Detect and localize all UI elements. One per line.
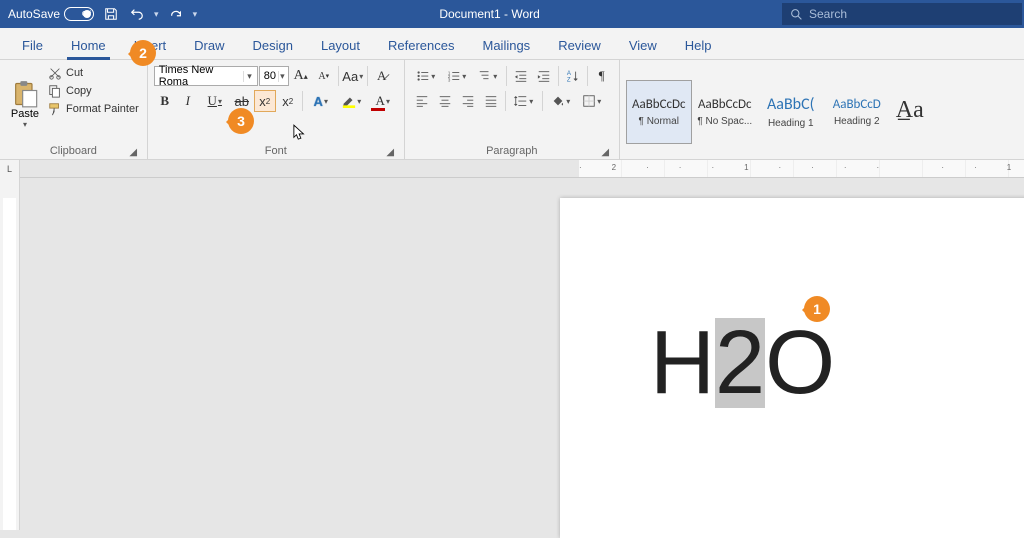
align-center-button[interactable] — [434, 90, 456, 112]
sort-button[interactable]: AZ — [562, 65, 584, 87]
window-title: Document1 - Word — [197, 7, 782, 21]
paragraph-group-label: Paragraph — [486, 145, 537, 157]
document-pane: L ·2···1···· ··1···2···3···4···5···6···7… — [0, 160, 1024, 530]
group-styles: AaBbCcDc¶ Normal AaBbCcDc¶ No Spac... Aa… — [620, 60, 1024, 159]
highlight-button[interactable]: ▾ — [337, 90, 367, 112]
document-text[interactable]: H 2 O — [650, 318, 835, 408]
decrease-indent-button[interactable] — [510, 65, 532, 87]
line-spacing-button[interactable]: ▾ — [509, 90, 539, 112]
svg-text:Z: Z — [567, 76, 571, 83]
font-name-combo[interactable]: Times New Roma▾ — [154, 66, 258, 86]
redo-icon[interactable] — [167, 5, 185, 23]
styles-gallery[interactable]: AaBbCcDc¶ Normal AaBbCcDc¶ No Spac... Aa… — [626, 78, 890, 144]
quick-access-toolbar: AutoSave Off ▾ ▾ — [0, 5, 197, 23]
cursor-icon — [293, 124, 307, 142]
tab-references[interactable]: References — [374, 32, 468, 59]
align-left-button[interactable] — [411, 90, 433, 112]
cut-button[interactable]: Cut — [48, 66, 139, 80]
chevron-down-icon[interactable]: ▾ — [278, 71, 286, 82]
clipboard-group-label: Clipboard — [50, 145, 97, 157]
paragraph-launcher-icon[interactable]: ◢ — [600, 147, 611, 158]
tab-home[interactable]: Home — [57, 32, 120, 59]
horizontal-ruler[interactable]: ·2···1···· ··1···2···3···4···5···6···7··… — [20, 160, 1024, 178]
format-painter-button[interactable]: Format Painter — [48, 102, 139, 116]
bullets-button[interactable]: ▾ — [411, 65, 441, 87]
undo-icon[interactable] — [128, 5, 146, 23]
tab-selector[interactable]: L — [0, 160, 20, 178]
paste-label: Paste — [11, 108, 39, 120]
tab-draw[interactable]: Draw — [180, 32, 238, 59]
group-paragraph: ▾ 123▾ ▾ AZ ¶ ▾ — [405, 60, 620, 159]
increase-indent-button[interactable] — [533, 65, 555, 87]
copy-icon — [48, 84, 62, 98]
highlight-icon — [342, 94, 356, 108]
copy-button[interactable]: Copy — [48, 84, 139, 98]
subscript-button[interactable]: x2 — [254, 90, 276, 112]
tab-mailings[interactable]: Mailings — [469, 32, 545, 59]
numbering-button[interactable]: 123▾ — [442, 65, 472, 87]
tab-help[interactable]: Help — [671, 32, 726, 59]
page[interactable]: H 2 O — [560, 198, 1024, 538]
superscript-button[interactable]: x2 — [277, 90, 299, 112]
editing-placeholder: A̲a — [890, 97, 930, 124]
callout-2: 2 — [130, 40, 156, 66]
font-group-label: Font — [265, 145, 287, 157]
multilevel-list-button[interactable]: ▾ — [473, 65, 503, 87]
bold-button[interactable]: B — [154, 90, 176, 112]
bucket-icon — [551, 94, 565, 108]
chevron-down-icon[interactable]: ▾ — [243, 71, 254, 82]
callout-3: 3 — [228, 108, 254, 134]
vertical-ruler[interactable] — [0, 178, 20, 530]
justify-button[interactable] — [480, 90, 502, 112]
show-marks-button[interactable]: ¶ — [591, 65, 613, 87]
search-placeholder: Search — [809, 7, 847, 21]
char-2-selected[interactable]: 2 — [715, 318, 765, 408]
clipboard-launcher-icon[interactable]: ◢ — [128, 147, 139, 158]
paste-button[interactable]: Paste ▾ — [6, 62, 44, 143]
borders-button[interactable]: ▾ — [577, 90, 607, 112]
grow-font-button[interactable]: A▴ — [290, 65, 312, 87]
change-case-button[interactable]: Aa▾ — [342, 65, 364, 87]
text-effects-button[interactable]: A▾ — [306, 90, 336, 112]
style-heading-1[interactable]: AaBbC(Heading 1 — [758, 80, 824, 144]
align-right-button[interactable] — [457, 90, 479, 112]
char-h[interactable]: H — [650, 318, 715, 408]
paste-icon — [11, 80, 39, 108]
format-painter-icon — [48, 102, 62, 116]
tab-layout[interactable]: Layout — [307, 32, 374, 59]
title-bar: AutoSave Off ▾ ▾ Document1 - Word Search — [0, 0, 1024, 28]
autosave-toggle[interactable]: AutoSave Off — [8, 7, 94, 21]
callout-1: 1 — [804, 296, 830, 322]
group-font: Times New Roma▾ 80▾ A▴ A▾ Aa▾ A̷ B I U▾ … — [148, 60, 405, 159]
tab-review[interactable]: Review — [544, 32, 615, 59]
undo-dropdown[interactable]: ▾ — [154, 9, 159, 20]
font-size-combo[interactable]: 80▾ — [259, 66, 289, 86]
group-clipboard: Paste ▾ Cut Copy Format Painter Clipboar… — [0, 60, 148, 159]
char-o[interactable]: O — [765, 318, 835, 408]
shading-button[interactable]: ▾ — [546, 90, 576, 112]
italic-button[interactable]: I — [177, 90, 199, 112]
shrink-font-button[interactable]: A▾ — [313, 65, 335, 87]
document-canvas[interactable]: H 2 O — [20, 178, 1024, 530]
underline-button[interactable]: U▾ — [200, 90, 230, 112]
tab-design[interactable]: Design — [239, 32, 307, 59]
style-normal[interactable]: AaBbCcDc¶ Normal — [626, 80, 692, 144]
search-icon — [790, 8, 803, 21]
cut-icon — [48, 66, 62, 80]
tab-view[interactable]: View — [615, 32, 671, 59]
autosave-label: AutoSave — [8, 7, 60, 21]
tab-file[interactable]: File — [8, 32, 57, 59]
ribbon: Paste ▾ Cut Copy Format Painter Clipboar… — [0, 60, 1024, 160]
font-color-button[interactable]: A▾ — [368, 90, 398, 112]
svg-text:3: 3 — [448, 77, 451, 82]
search-box[interactable]: Search — [782, 3, 1022, 25]
style-heading-2[interactable]: AaBbCcDHeading 2 — [824, 80, 890, 144]
font-launcher-icon[interactable]: ◢ — [385, 147, 396, 158]
clear-formatting-button[interactable]: A̷ — [371, 65, 393, 87]
style-no-spacing[interactable]: AaBbCcDc¶ No Spac... — [692, 80, 758, 144]
save-icon[interactable] — [102, 5, 120, 23]
